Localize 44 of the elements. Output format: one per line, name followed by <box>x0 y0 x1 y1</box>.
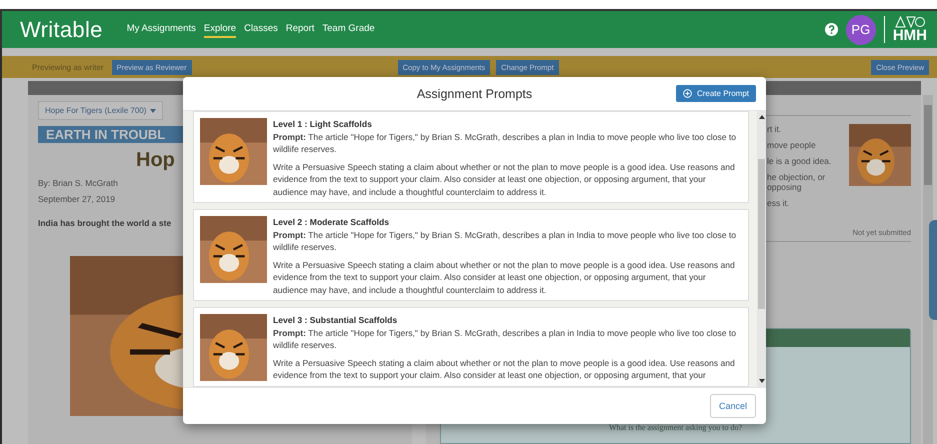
prompt-level: Level 2 : Moderate Scaffolds <box>273 216 390 228</box>
prompt-card[interactable] <box>193 111 749 203</box>
shapes-logo-icon <box>894 16 925 28</box>
nav-link[interactable]: Report <box>286 21 314 38</box>
caret-icon <box>150 108 156 113</box>
nav-link[interactable]: My Assignments <box>126 21 196 38</box>
prompt-description: Prompt: The article "Hope for Tigers," by Brian S. McGrath, describes a plan in India to move people who live too close to wildlife reserves. <box>273 326 738 352</box>
dialog-title: Assignment Prompts <box>416 86 532 100</box>
tiger-photo <box>200 118 267 185</box>
prompt-level: Level 3 : Substantial Scaffolds <box>273 314 398 326</box>
nav-link[interactable]: Team Grade <box>322 21 375 38</box>
prompt-text-line: le is a good idea. <box>767 156 832 166</box>
preview-status: Previewing as writer <box>32 62 104 72</box>
scroll-up-icon[interactable] <box>758 115 764 119</box>
prompt-text-line: he objection, or opposing <box>767 172 826 192</box>
create-prompt-button[interactable]: Create Prompt <box>676 85 756 102</box>
tiger-photo <box>849 124 911 186</box>
brand-name: HMH <box>892 28 927 43</box>
prompt-level: Level 1 : Light Scaffolds <box>273 118 373 130</box>
article-lead: India has brought the world a ste <box>38 218 172 228</box>
prompt-card[interactable] <box>193 307 749 386</box>
user-avatar[interactable]: PG <box>846 14 876 44</box>
nav-link[interactable]: Explore <box>204 21 236 38</box>
prompt-text-line: move people <box>767 140 817 150</box>
article-byline: By: Brian S. McGrath <box>38 178 118 188</box>
logo[interactable]: Writable <box>20 16 103 42</box>
prompt-task: Write a Persuasive Speech stating a claim about whether or not the plan to move people is a good idea. Use reasons and evidence from the text to support your claim. Also consider at least one objection, or opposing argument, that your audience may have, and include a thoughtful counterclaim to address it. <box>273 258 736 296</box>
prompt-text-line: ess it. <box>767 198 790 208</box>
article-title: Hop <box>136 149 175 172</box>
prompt-description: Prompt: The article "Hope for Tigers," by Brian S. McGrath, describes a plan in India to move people who live too close to wildlife reserves. <box>273 130 738 156</box>
article-banner: EARTH IN TROUBL <box>38 126 185 143</box>
prompt-task: Write a Persuasive Speech stating a claim about whether or not the plan to move people is a good idea. Use reasons and evidence from the text to support your claim. Also consider at least one objection, or opposing argument, that your <box>273 356 736 382</box>
prompt-text-line: rt it. <box>767 124 782 134</box>
scroll-down-icon[interactable] <box>758 378 764 382</box>
article-selector[interactable]: Hope For Tigers (Lexile 700) <box>38 101 164 120</box>
prompt-task: Write a Persuasive Speech stating a claim about whether or not the plan to move people is a good idea. Use reasons and evidence from the text to support your claim. Also consider at least one objection, or opposing argument, that your audience may have, and include a thoughtful counterclaim to address it. <box>273 160 736 198</box>
help-icon[interactable] <box>824 23 838 36</box>
plus-circle-icon <box>682 89 692 98</box>
assignment-question: What is the assignment asking you to do? <box>608 423 742 432</box>
cancel-button[interactable]: Cancel <box>710 394 756 418</box>
nav-link[interactable]: Classes <box>244 21 278 38</box>
scrollbar[interactable] <box>757 111 766 386</box>
prompt-card[interactable] <box>193 209 749 301</box>
article-date: September 27, 2019 <box>38 194 116 204</box>
